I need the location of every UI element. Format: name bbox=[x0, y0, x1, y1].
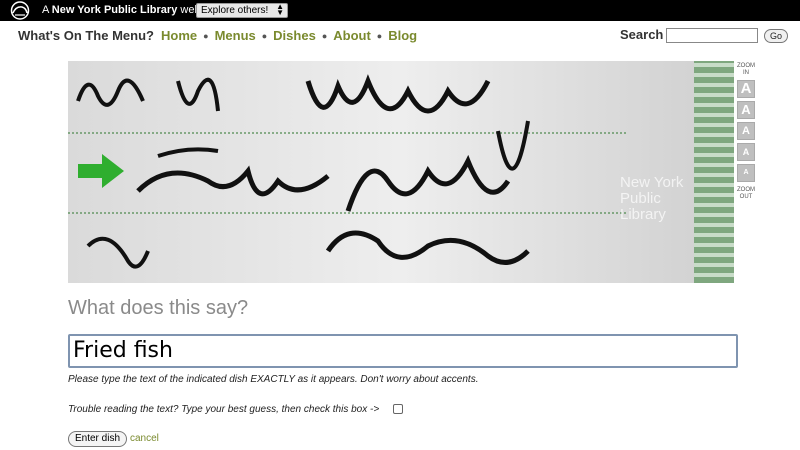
watermark-line: Public bbox=[620, 190, 661, 207]
zoom-level-2-button[interactable]: A bbox=[737, 101, 755, 119]
cancel-link[interactable]: cancel bbox=[130, 433, 159, 444]
nav-link-menus[interactable]: Menus bbox=[215, 28, 256, 43]
watermark-line: New York bbox=[620, 174, 684, 191]
green-arrow-icon bbox=[78, 154, 124, 188]
trouble-text: Trouble reading the text? Type your best… bbox=[68, 404, 380, 415]
instruction-text: Please type the text of the indicated di… bbox=[68, 374, 479, 385]
watermark-line: Library bbox=[620, 206, 666, 223]
nav-separator: ● bbox=[321, 31, 328, 41]
decorative-border bbox=[694, 61, 734, 283]
search-input[interactable] bbox=[666, 28, 758, 43]
nav-link-about[interactable]: About bbox=[333, 28, 371, 43]
question-heading: What does this say? bbox=[68, 297, 249, 319]
main-nav: What's On The Menu? Home ● Menus ● Dishes ● Ab… bbox=[0, 21, 800, 53]
enter-dish-button[interactable]: Enter dish bbox=[68, 431, 127, 447]
zoom-level-4-button[interactable]: A bbox=[737, 143, 755, 161]
trouble-checkbox[interactable] bbox=[393, 404, 403, 414]
nypl-topbar: A New York Public Library website Explor… bbox=[0, 0, 800, 21]
topbar-prefix: A bbox=[42, 4, 49, 16]
site-title[interactable]: What's On The Menu? bbox=[18, 28, 154, 43]
search-label: Search bbox=[620, 27, 664, 42]
nypl-lion-logo-icon[interactable] bbox=[6, 1, 34, 20]
explore-others-select[interactable]: Explore others! ▲ ▼ bbox=[196, 3, 288, 18]
nav-link-home[interactable]: Home bbox=[161, 28, 197, 43]
nypl-link[interactable]: New York Public Library bbox=[52, 4, 178, 16]
nav-separator: ● bbox=[261, 31, 268, 41]
menu-image-crop: New York Public Library bbox=[68, 61, 734, 283]
nypl-watermark: New York Public Library bbox=[620, 175, 683, 223]
zoom-level-1-button[interactable]: A bbox=[737, 80, 755, 98]
zoom-out-label: ZOOM OUT bbox=[737, 187, 755, 200]
nav-separator: ● bbox=[376, 31, 383, 41]
zoom-level-5-button[interactable]: A bbox=[737, 164, 755, 182]
zoom-level-3-button[interactable]: A bbox=[737, 122, 755, 140]
nav-separator: ● bbox=[203, 31, 209, 41]
dish-answer-input[interactable]: Fried fish bbox=[68, 334, 738, 368]
handwriting-image bbox=[68, 74, 628, 269]
zoom-control: ZOOM IN A A A A A ZOOM OUT bbox=[736, 63, 756, 201]
go-button[interactable]: Go bbox=[764, 29, 788, 43]
topbar-tagline: A New York Public Library website bbox=[42, 4, 218, 16]
explore-others-label: Explore others! bbox=[201, 5, 269, 16]
zoom-in-label: ZOOM IN bbox=[737, 63, 755, 76]
select-arrows-icon: ▲ ▼ bbox=[276, 2, 284, 17]
nav-link-blog[interactable]: Blog bbox=[388, 28, 417, 43]
nav-link-dishes[interactable]: Dishes bbox=[273, 28, 316, 43]
nav-links: Home ● Menus ● Dishes ● About ● Blog bbox=[161, 28, 417, 43]
